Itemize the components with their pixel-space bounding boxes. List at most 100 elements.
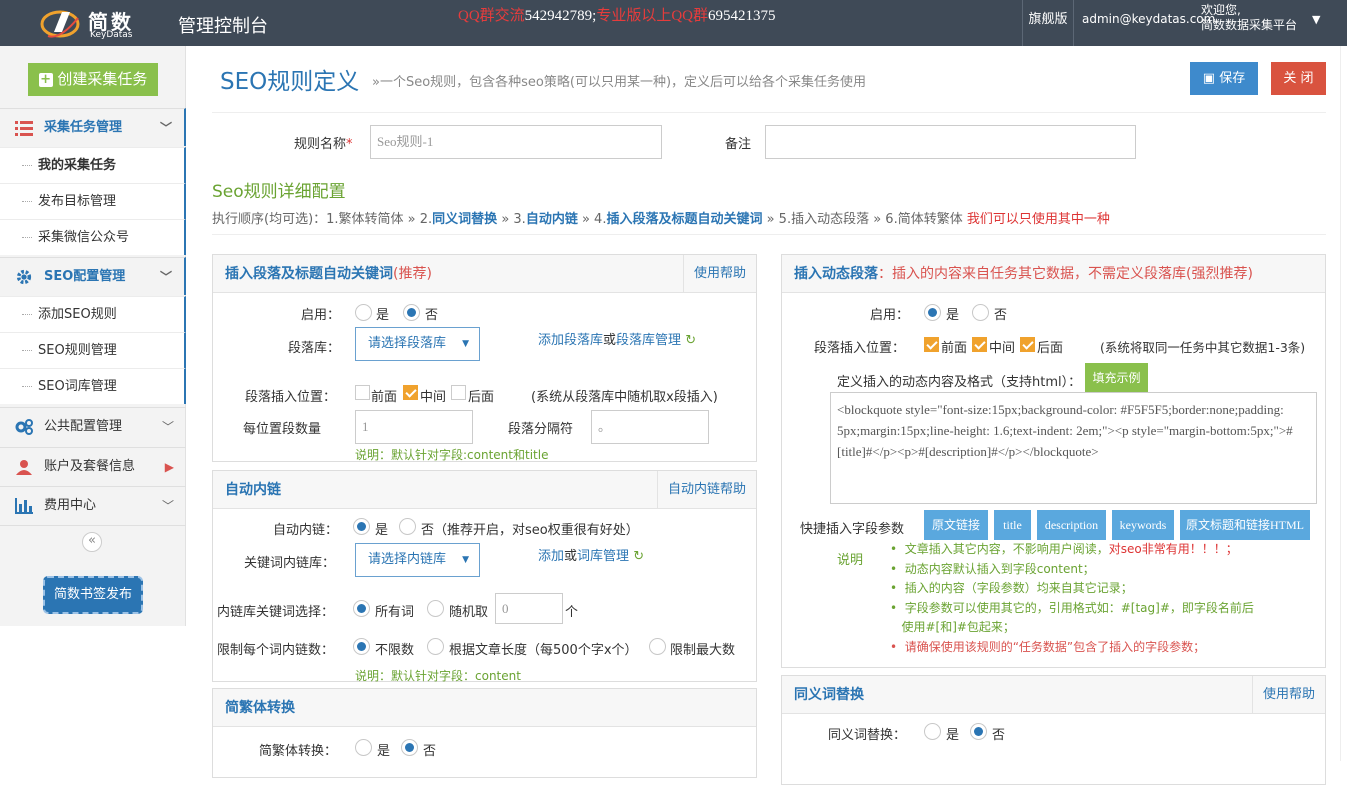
synonym-no-radio[interactable] <box>970 723 987 740</box>
note-text: 动态内容默认插入到字段content； <box>904 561 1095 576</box>
panel-auto-link: 自动内链 自动内链帮助 自动内链： 是 否（推荐开启，对seo权重很有好处） 关… <box>212 470 757 683</box>
separator-input[interactable]: 。 <box>591 410 709 444</box>
logo[interactable]: 简数 KeyDatas <box>40 4 150 42</box>
collapse-sidebar-icon[interactable]: « <box>82 532 102 552</box>
sidebar-item-seo-config[interactable]: SEO配置管理 ﹀ <box>0 257 186 295</box>
add-lib-link[interactable]: 添加段落库 <box>538 333 603 348</box>
user-email[interactable]: admin@keydatas.com <box>1082 12 1215 26</box>
enable-yes-radio[interactable] <box>355 304 372 321</box>
pos-back-checkbox[interactable] <box>1020 337 1035 352</box>
dynamic-no-radio[interactable] <box>972 304 989 321</box>
help-link[interactable]: 使用帮助 <box>682 255 756 293</box>
add-lib-link[interactable]: 添加 <box>538 549 564 564</box>
quick-insert-label: 快捷插入字段参数 <box>800 522 905 537</box>
choose-random-radio[interactable] <box>427 600 444 617</box>
close-button[interactable]: 关 闭 <box>1271 62 1326 95</box>
scroll-divider <box>1340 46 1341 761</box>
panel-title: 插入动态段落：插入的内容来自任务其它数据，不需定义段落库(强烈推荐) <box>794 255 1253 293</box>
welcome-text[interactable]: 欢迎您, 简数数据采集平台 <box>1201 3 1297 33</box>
sidebar-subitem-seo-rule-manage[interactable]: SEO规则管理 <box>0 332 186 368</box>
dynamic-yes-radio[interactable] <box>924 304 941 321</box>
help-link[interactable]: 使用帮助 <box>1251 676 1325 714</box>
limit-none-radio[interactable] <box>353 638 370 655</box>
quick-insert-title-button[interactable]: title <box>994 510 1031 540</box>
pos-back-label: 后面 <box>1037 341 1064 356</box>
select-text: 请选择段落库 <box>368 336 447 351</box>
paragraph-lib-select[interactable]: 请选择段落库 ▼ <box>355 327 480 361</box>
link-yes-radio[interactable] <box>353 518 370 535</box>
save-label: 保存 <box>1219 71 1246 86</box>
pos-mid-checkbox[interactable] <box>972 337 987 352</box>
link-no-radio[interactable] <box>399 518 416 535</box>
refresh-icon[interactable]: ↻ <box>633 549 644 564</box>
choose-all-radio[interactable] <box>353 600 370 617</box>
note-text: 插入的内容（字段参数）均来自其它记录； <box>904 581 1133 595</box>
flow-step-synonym: 同义词替换 <box>432 212 498 227</box>
sidebar-subitem-publish-target[interactable]: 发布目标管理 <box>0 183 186 219</box>
sidebar-subitem-add-seo-rule[interactable]: 添加SEO规则 <box>0 296 186 332</box>
detail-config-title: Seo规则详细配置 <box>212 182 346 202</box>
sidebar-subitem-wechat[interactable]: 采集微信公众号 <box>0 219 186 255</box>
edition-badge[interactable]: 旗舰版 <box>1022 0 1074 46</box>
manage-lib-link[interactable]: 词库管理 <box>577 549 629 564</box>
divider <box>212 112 1326 113</box>
dynamic-yes-label: 是 <box>946 308 960 323</box>
execution-order: 执行顺序(均可选)：1.繁体转简体 » 2.同义词替换 » 3.自动内链 » 4… <box>212 208 1110 227</box>
quick-insert-url-button[interactable]: 原文链接 <box>924 510 988 540</box>
fill-example-button[interactable]: 填充示例 <box>1085 363 1148 392</box>
limit-length-radio[interactable] <box>427 638 444 655</box>
pos-front-checkbox[interactable] <box>924 337 939 352</box>
pos-mid-checkbox[interactable] <box>403 385 418 400</box>
link-lib-select[interactable]: 请选择内链库 ▼ <box>355 543 480 577</box>
note-text: 使用#[和]#包起来； <box>901 620 1015 634</box>
enable-no-label: 否 <box>425 308 439 323</box>
count-input[interactable]: 1 <box>355 410 473 444</box>
remark-input[interactable] <box>765 125 1136 159</box>
sidebar-subitem-my-tasks[interactable]: 我的采集任务 <box>0 147 186 183</box>
pos-front-checkbox[interactable] <box>355 385 370 400</box>
create-task-button[interactable]: + 创建采集任务 <box>28 63 158 96</box>
manage-lib-link[interactable]: 段落库管理 <box>616 333 681 348</box>
pos-mid-label: 中间 <box>420 390 447 405</box>
sidebar-item-account[interactable]: 账户及套餐信息 ▶ <box>0 447 186 485</box>
convert-yes-radio[interactable] <box>355 739 372 756</box>
required-mark: * <box>346 137 353 152</box>
panel-header: 自动内链 自动内链帮助 <box>213 471 756 509</box>
panel-title-note: (推荐) <box>393 266 432 282</box>
quick-insert-description-button[interactable]: description <box>1037 510 1106 540</box>
gears-icon <box>15 419 33 435</box>
refresh-icon[interactable]: ↻ <box>685 333 696 348</box>
sidebar-item-public-config[interactable]: 公共配置管理 ﹀ <box>0 407 186 445</box>
notes-list: • 文章插入其它内容，不影响用户阅读，对seo非常有用！！！； • 动态内容默认… <box>890 540 1254 657</box>
rule-name-input[interactable]: Seo规则-1 <box>370 125 662 159</box>
synonym-yes-label: 是 <box>946 728 960 743</box>
enable-label: 启用： <box>870 308 910 323</box>
welcome-line1: 欢迎您, <box>1201 3 1241 17</box>
panel-title: 简繁体转换 <box>225 700 295 716</box>
dynamic-format-textarea[interactable]: <blockquote style="font-size:15px;backgr… <box>830 392 1317 504</box>
quick-insert-keywords-button[interactable]: keywords <box>1112 510 1174 540</box>
sidebar-item-task-manage[interactable]: 采集任务管理 ﹀ <box>0 108 186 146</box>
quick-insert-html-button[interactable]: 原文标题和链接HTML <box>1180 510 1310 540</box>
console-title: 管理控制台 <box>178 16 268 37</box>
enable-no-radio[interactable] <box>403 304 420 321</box>
note-item: 使用#[和]#包起来； <box>890 618 1254 638</box>
random-count-input[interactable]: 0 <box>495 593 563 624</box>
sidebar-item-label: SEO配置管理 <box>44 269 126 284</box>
convert-no-radio[interactable] <box>401 739 418 756</box>
gear-icon <box>16 269 32 285</box>
synonym-yes-radio[interactable] <box>924 723 941 740</box>
separator-label: 段落分隔符 <box>508 422 574 437</box>
bookmark-publish-button[interactable]: 简数书签发布 <box>43 576 143 614</box>
sidebar-item-billing[interactable]: 费用中心 ﹀ <box>0 486 186 524</box>
pos-back-checkbox[interactable] <box>451 385 466 400</box>
caret-down-icon: ▼ <box>462 339 469 349</box>
help-link[interactable]: 自动内链帮助 <box>656 471 756 509</box>
flow-prefix: 执行顺序(均可选)：1.繁体转简体 » 2. <box>212 212 433 227</box>
panel-header: 简繁体转换 <box>213 689 756 727</box>
sidebar-subitem-seo-lexicon[interactable]: SEO词库管理 <box>0 368 186 404</box>
note-text: 字段参数可以使用其它的，引用格式如：#[tag]#，即字段名前后 <box>904 600 1254 615</box>
limit-max-radio[interactable] <box>649 638 666 655</box>
user-menu-caret-icon[interactable]: ▼ <box>1312 13 1320 26</box>
save-button[interactable]: ▣ 保存 <box>1190 62 1258 95</box>
